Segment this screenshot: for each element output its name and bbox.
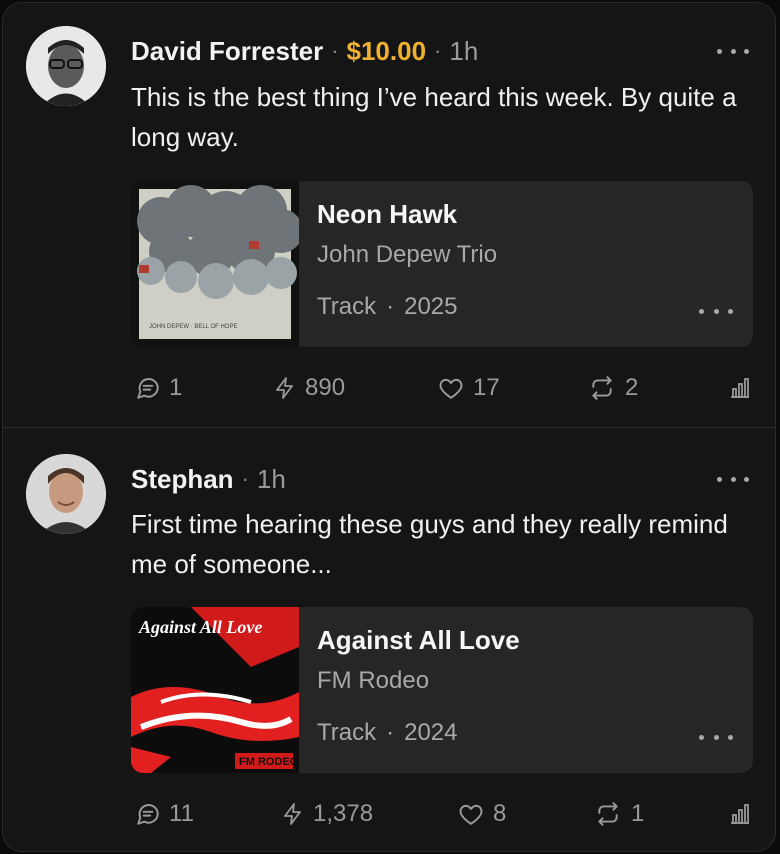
post-meta: David Forrester · $10.00 · 1h	[131, 33, 478, 69]
post-actions: 1 890 17 2	[131, 370, 753, 406]
zap-icon	[284, 803, 301, 825]
more-icon[interactable]	[699, 731, 733, 743]
post-actions: 11 1,378 8 1	[131, 796, 753, 832]
more-icon[interactable]	[717, 467, 749, 491]
comment-action[interactable]: 11	[135, 796, 194, 832]
cover-text: JOHN DEPEW · BELL OF HOPE	[149, 324, 237, 330]
post: David Forrester · $10.00 · 1h This is th…	[3, 3, 775, 427]
timestamp: 1h	[256, 463, 286, 494]
zap-action[interactable]: 890	[273, 370, 345, 406]
album-cover: Against All Love FM RODEO	[131, 607, 299, 773]
separator-dot: ·	[386, 719, 395, 746]
zap-amount: $10.00	[346, 35, 427, 66]
stats-icon	[731, 804, 749, 824]
author-name[interactable]: David Forrester	[131, 36, 323, 67]
separator-dot: ·	[331, 38, 339, 63]
track-type: Track	[317, 719, 377, 746]
repost-icon	[592, 376, 612, 400]
track-meta: Track · 2024	[317, 719, 458, 747]
comment-icon	[137, 378, 159, 399]
like-count: 17	[473, 374, 500, 401]
comment-icon	[137, 804, 159, 825]
track-type: Track	[317, 293, 377, 320]
stats-action[interactable]	[727, 370, 753, 406]
post: Stephan · 1h First time hearing these gu…	[3, 428, 775, 851]
separator-dot: ·	[434, 38, 442, 63]
stats-action[interactable]	[727, 796, 753, 832]
feed: David Forrester · $10.00 · 1h This is th…	[2, 2, 776, 852]
repost-action[interactable]: 1	[593, 796, 644, 832]
repost-count: 1	[631, 800, 645, 827]
comment-action[interactable]: 1	[135, 370, 182, 406]
avatar[interactable]	[26, 26, 106, 106]
heart-icon	[439, 378, 463, 399]
track-artist[interactable]: FM Rodeo	[317, 667, 429, 695]
zap-icon	[276, 377, 293, 399]
avatar[interactable]	[26, 454, 106, 534]
like-action[interactable]: 8	[457, 796, 506, 832]
track-year: 2024	[404, 719, 458, 746]
like-action[interactable]: 17	[437, 370, 500, 406]
track-meta: Track · 2025	[317, 293, 458, 321]
zap-count: 890	[305, 374, 346, 401]
album-cover: JOHN DEPEW · BELL OF HOPE	[131, 181, 299, 347]
heart-icon	[459, 804, 483, 825]
repost-count: 2	[625, 374, 639, 401]
author-name[interactable]: Stephan	[131, 464, 234, 495]
separator-dot: ·	[386, 293, 395, 320]
zap-count: 1,378	[313, 800, 374, 827]
timestamp: 1h	[449, 35, 479, 66]
post-text: First time hearing these guys and they r…	[131, 509, 728, 579]
post-meta: Stephan · 1h	[131, 461, 286, 497]
separator-dot: ·	[241, 466, 249, 491]
repost-icon	[598, 802, 618, 826]
cover-badge: FM RODEO	[239, 756, 299, 768]
track-card[interactable]: JOHN DEPEW · BELL OF HOPE Neon Hawk John…	[131, 181, 753, 347]
post-text: This is the best thing I’ve heard this w…	[131, 82, 737, 152]
like-count: 8	[493, 800, 507, 827]
comment-count: 1	[169, 374, 183, 401]
track-artist[interactable]: John Depew Trio	[317, 241, 497, 269]
track-title[interactable]: Neon Hawk	[317, 199, 457, 230]
track-year: 2025	[404, 293, 458, 320]
more-icon[interactable]	[699, 305, 733, 317]
stats-icon	[731, 378, 749, 398]
repost-action[interactable]: 2	[587, 370, 638, 406]
zap-action[interactable]: 1,378	[281, 796, 373, 832]
track-card[interactable]: Against All Love FM RODEO Against All Lo…	[131, 607, 753, 773]
track-title[interactable]: Against All Love	[317, 625, 520, 656]
more-icon[interactable]	[717, 39, 749, 63]
comment-count: 11	[169, 800, 194, 827]
cover-title: Against All Love	[138, 617, 262, 637]
